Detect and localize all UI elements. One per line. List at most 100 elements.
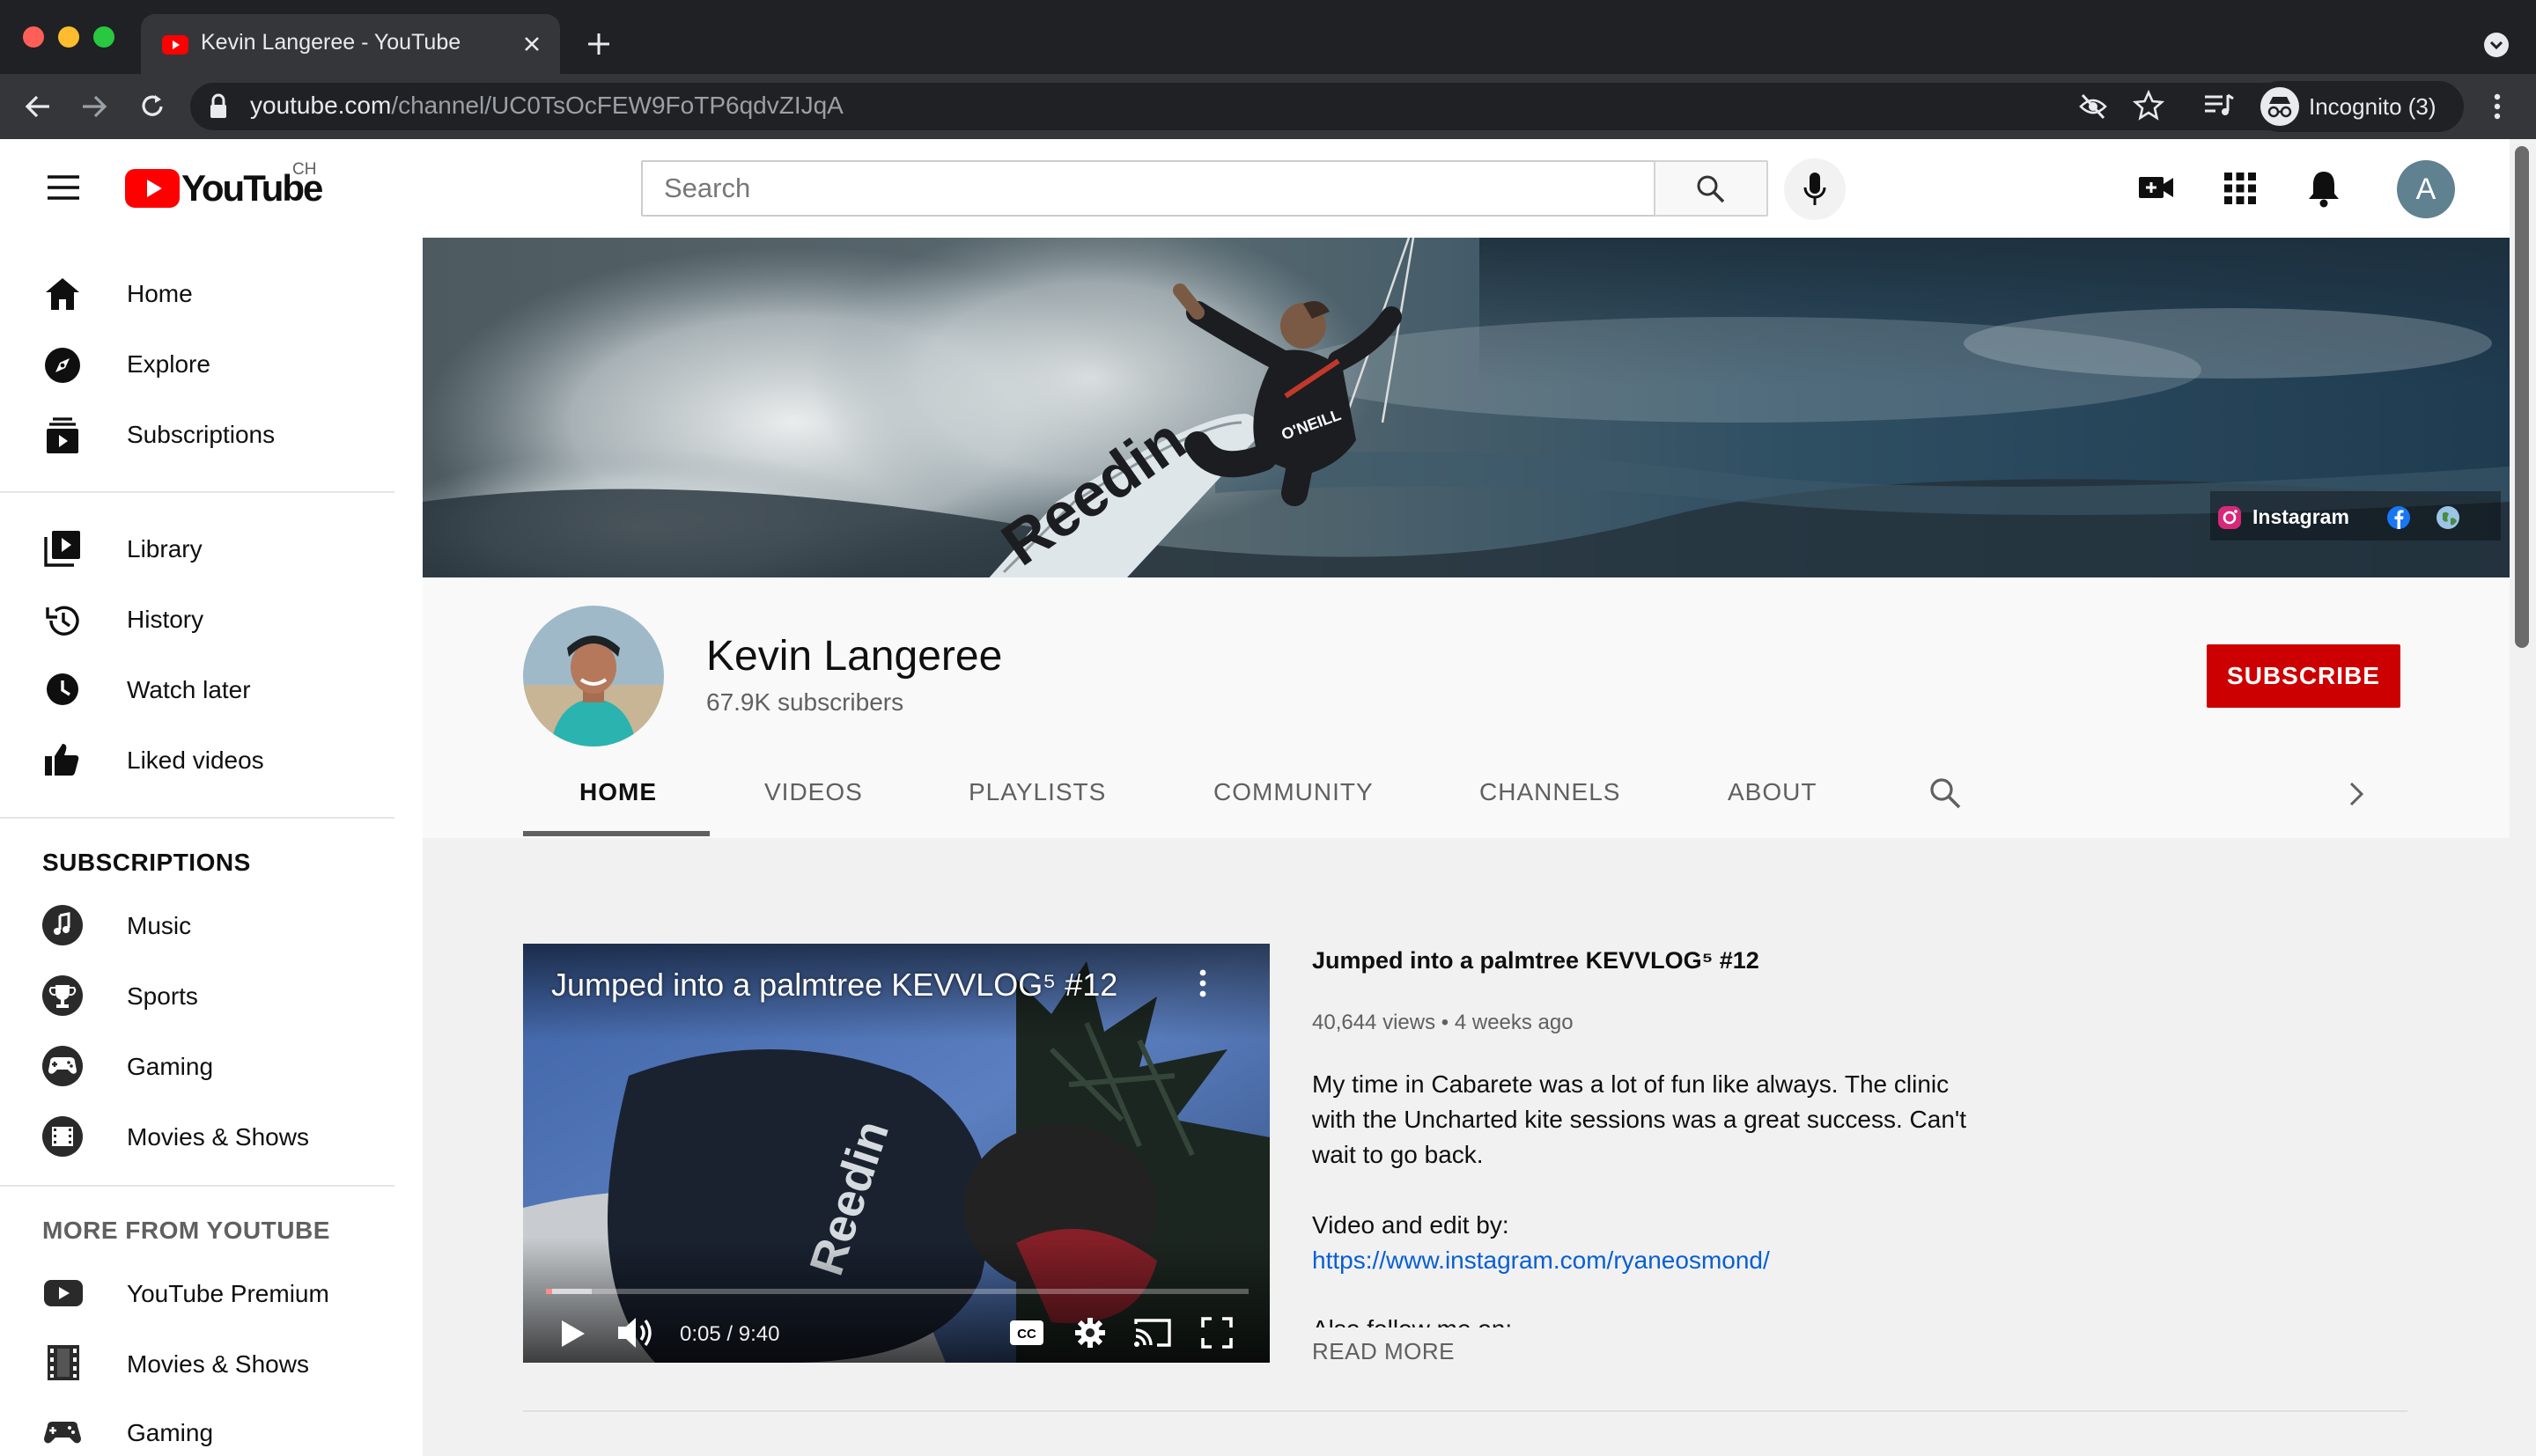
upload-age: 4 weeks ago bbox=[1454, 1011, 1574, 1034]
banner-link-instagram[interactable]: Instagram bbox=[2252, 505, 2349, 529]
facebook-icon[interactable] bbox=[2386, 505, 2411, 530]
fullscreen-icon[interactable] bbox=[1201, 1317, 1233, 1349]
url-host: youtube.com bbox=[250, 92, 392, 119]
sidebar-item-gaming[interactable]: Gaming bbox=[127, 1053, 213, 1081]
more-from-youtube-heading: MORE FROM YOUTUBE bbox=[42, 1217, 330, 1244]
sidebar-item-movies-shows[interactable]: Movies & Shows bbox=[127, 1123, 309, 1151]
reload-icon[interactable] bbox=[137, 92, 167, 121]
page-scrollbar-thumb[interactable] bbox=[2515, 146, 2529, 648]
search-input[interactable] bbox=[643, 162, 1654, 215]
bookmark-star-icon[interactable] bbox=[2133, 90, 2164, 121]
video-more-options-icon[interactable] bbox=[1198, 968, 1208, 998]
description-instagram-link[interactable]: https://www.instagram.com/ryaneosmond/ bbox=[1312, 1246, 1770, 1275]
tab-videos[interactable]: VIDEOS bbox=[764, 778, 863, 806]
sidebar-item-home[interactable]: Home bbox=[127, 280, 193, 308]
channel-search-icon[interactable] bbox=[1928, 776, 1962, 810]
tab-channels[interactable]: CHANNELS bbox=[1479, 778, 1620, 806]
notifications-bell-icon[interactable] bbox=[2307, 169, 2341, 208]
sidebar-item-movies-shows-premium[interactable]: Movies & Shows bbox=[127, 1350, 309, 1379]
tab-playlists[interactable]: PLAYLISTS bbox=[969, 778, 1106, 806]
description-line: My time in Cabarete was a lot of fun lik… bbox=[1312, 1070, 1950, 1098]
kitesurf-banner-image: O'NEILL Reedin bbox=[423, 238, 2510, 577]
eye-off-icon[interactable] bbox=[2078, 92, 2108, 121]
chevron-right-icon[interactable] bbox=[2346, 780, 2367, 808]
sidebar-item-explore[interactable]: Explore bbox=[127, 350, 210, 379]
subscriptions-heading: SUBSCRIPTIONS bbox=[42, 849, 251, 876]
video-progress-track[interactable] bbox=[546, 1289, 1249, 1294]
browser-menu-icon[interactable] bbox=[2488, 92, 2506, 121]
country-code: CH bbox=[292, 160, 317, 179]
description-line: with the Uncharted kite sessions was a g… bbox=[1312, 1106, 1967, 1133]
incognito-icon bbox=[2260, 86, 2300, 127]
microphone-icon bbox=[1802, 172, 1827, 207]
music-note-icon[interactable] bbox=[42, 905, 83, 945]
description-truncated-line: Also follow me on: bbox=[1312, 1315, 1576, 1327]
hamburger-menu-icon[interactable] bbox=[46, 174, 81, 201]
settings-gear-icon[interactable] bbox=[1074, 1317, 1106, 1349]
forward-arrow-icon[interactable] bbox=[79, 92, 109, 121]
description-truncated-text: Also follow me on: bbox=[1312, 1315, 1512, 1327]
account-avatar[interactable]: A bbox=[2397, 160, 2455, 218]
tab-home[interactable]: HOME bbox=[579, 778, 657, 806]
sidebar-item-youtube-premium[interactable]: YouTube Premium bbox=[127, 1280, 329, 1308]
channel-name: Kevin Langeree bbox=[706, 633, 1003, 680]
closed-captions-icon[interactable]: CC bbox=[1009, 1319, 1044, 1347]
play-icon[interactable] bbox=[560, 1319, 586, 1349]
lock-icon[interactable] bbox=[208, 93, 229, 120]
meta-separator: • bbox=[1435, 1011, 1455, 1034]
globe-icon[interactable] bbox=[2436, 505, 2460, 530]
tab-community[interactable]: COMMUNITY bbox=[1213, 778, 1374, 806]
sidebar-item-library[interactable]: Library bbox=[127, 535, 203, 563]
sidebar-item-watch-later[interactable]: Watch later bbox=[127, 676, 251, 704]
film-icon[interactable] bbox=[42, 1116, 83, 1157]
minimize-window-button[interactable] bbox=[58, 26, 79, 48]
volume-icon[interactable] bbox=[616, 1315, 655, 1350]
sidebar-item-subscriptions[interactable]: Subscriptions bbox=[127, 421, 275, 449]
subscriptions-icon bbox=[46, 417, 79, 454]
back-arrow-icon[interactable] bbox=[23, 92, 53, 121]
instagram-icon[interactable] bbox=[2217, 505, 2242, 530]
youtube-logo-icon[interactable] bbox=[125, 169, 180, 208]
cast-icon[interactable] bbox=[1132, 1317, 1173, 1349]
sidebar-item-history[interactable]: History bbox=[127, 606, 203, 634]
sidebar-item-liked-videos[interactable]: Liked videos bbox=[127, 746, 264, 775]
channel-banner: O'NEILL Reedin bbox=[423, 238, 2510, 577]
history-icon bbox=[44, 602, 81, 639]
tab-about[interactable]: ABOUT bbox=[1728, 778, 1817, 806]
new-tab-icon[interactable] bbox=[585, 30, 613, 58]
gamepad-icon[interactable] bbox=[42, 1046, 83, 1086]
sidebar-item-sports[interactable]: Sports bbox=[127, 982, 198, 1011]
description-credit-line: Video and edit by: bbox=[1312, 1211, 1509, 1239]
subscribe-button[interactable]: SUBSCRIBE bbox=[2207, 644, 2400, 708]
video-frame-image: Reedin bbox=[523, 944, 1270, 1363]
player-time-display: 0:05 / 9:40 bbox=[680, 1322, 780, 1346]
search-button[interactable] bbox=[1654, 160, 1768, 217]
sidebar-item-music[interactable]: Music bbox=[127, 912, 191, 940]
youtube-favicon-icon bbox=[162, 35, 188, 55]
url-path: /channel/UC0TsOcFEW9FoTP6qdvZIJqA bbox=[391, 92, 844, 119]
apps-grid-icon[interactable] bbox=[2224, 173, 2256, 204]
channel-avatar[interactable] bbox=[523, 606, 664, 746]
tab-search-icon[interactable] bbox=[2483, 32, 2510, 58]
active-tab-indicator bbox=[523, 831, 710, 836]
close-tab-icon[interactable] bbox=[521, 33, 542, 55]
description-line: wait to go back. bbox=[1312, 1141, 1484, 1168]
create-video-icon[interactable] bbox=[2138, 173, 2175, 202]
reading-list-icon[interactable] bbox=[2203, 92, 2235, 120]
maximize-window-button[interactable] bbox=[93, 26, 114, 48]
browser-tab-title: Kevin Langeree - YouTube bbox=[201, 30, 461, 55]
film-strip-icon bbox=[48, 1345, 79, 1380]
search-icon bbox=[1696, 174, 1726, 204]
sidebar-item-gaming-premium[interactable]: Gaming bbox=[127, 1419, 213, 1447]
read-more-button[interactable]: READ MORE bbox=[1312, 1338, 1455, 1365]
view-count: 40,644 views bbox=[1312, 1011, 1436, 1034]
featured-video-title[interactable]: Jumped into a palmtree KEVVLOG⁵ #12 bbox=[1312, 947, 1759, 974]
close-window-button[interactable] bbox=[23, 26, 44, 48]
trophy-icon[interactable] bbox=[42, 975, 83, 1016]
featured-video-player[interactable]: Reedin bbox=[523, 944, 1270, 1363]
svg-text:CC: CC bbox=[1017, 1327, 1036, 1342]
home-icon bbox=[44, 276, 81, 312]
player-title-overlay[interactable]: Jumped into a palmtree KEVVLOG⁵ #12 bbox=[551, 967, 1117, 1004]
url-text[interactable]: youtube.com/channel/UC0TsOcFEW9FoTP6qdvZ… bbox=[250, 92, 844, 120]
voice-search-button[interactable] bbox=[1784, 158, 1846, 220]
